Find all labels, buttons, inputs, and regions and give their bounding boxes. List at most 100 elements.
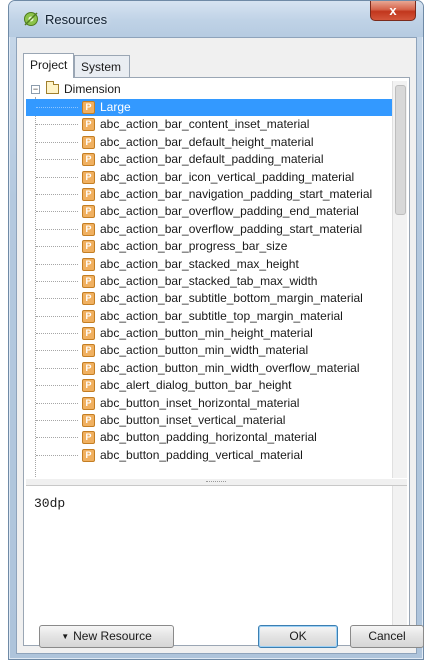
tree-item[interactable]: Pabc_action_bar_stacked_max_height	[26, 256, 392, 273]
tree-node-dimension[interactable]: − Dimension	[26, 81, 392, 99]
resource-p-icon: P	[82, 448, 95, 462]
tree-items: P Large Pabc_action_bar_content_inset_mate…	[26, 99, 392, 464]
resource-p-icon: P	[82, 309, 95, 323]
new-resource-label: New Resource	[73, 629, 152, 643]
resource-p-icon: P	[82, 153, 95, 167]
resource-p-icon: P	[82, 274, 95, 288]
resource-p-icon: P	[82, 361, 95, 375]
tree-item-label: abc_action_bar_navigation_padding_start_…	[100, 186, 373, 201]
tree-connector	[36, 298, 78, 300]
tree-node-label: Dimension	[64, 82, 121, 96]
tree-connector	[36, 228, 78, 230]
tree-connector	[36, 315, 78, 317]
tree-item-label: abc_action_bar_icon_vertical_padding_mat…	[100, 169, 355, 184]
tree-item[interactable]: Pabc_action_bar_default_padding_material	[26, 151, 392, 168]
grip-icon	[206, 481, 226, 482]
tree-connector	[36, 385, 78, 387]
tree-item-label: abc_action_bar_default_padding_material	[100, 152, 324, 167]
tree-item[interactable]: Pabc_button_padding_horizontal_material	[26, 429, 392, 446]
tab-system[interactable]: System	[74, 55, 130, 77]
tree-connector	[36, 193, 78, 195]
tree-item[interactable]: Pabc_button_inset_horizontal_material	[26, 395, 392, 412]
tree-item[interactable]: Pabc_action_bar_content_inset_material	[26, 116, 392, 133]
resource-value-editor[interactable]: 30dp	[26, 485, 407, 643]
tree-item[interactable]: Pabc_action_bar_default_height_material	[26, 134, 392, 151]
resource-p-icon: P	[82, 396, 95, 410]
ok-button[interactable]: OK	[258, 625, 338, 648]
resources-dialog: Resources x Project System − Dimension P…	[8, 0, 424, 660]
tree-connector	[36, 437, 78, 439]
tab-project[interactable]: Project	[23, 53, 74, 78]
tree-connector	[36, 402, 78, 404]
tree-item[interactable]: Pabc_button_padding_vertical_material	[26, 447, 392, 464]
tree-item[interactable]: Pabc_action_button_min_width_material	[26, 342, 392, 359]
tree-connector	[36, 159, 78, 161]
title-bar[interactable]: Resources x	[9, 1, 423, 37]
tree-item[interactable]: Pabc_alert_dialog_button_bar_height	[26, 377, 392, 394]
close-icon: x	[389, 3, 397, 18]
tree-item-label: abc_action_button_min_width_material	[100, 343, 309, 358]
resource-p-icon: P	[82, 135, 95, 149]
dropdown-arrow-icon: ▼	[61, 632, 70, 641]
resource-p-icon: P	[82, 170, 95, 184]
tree-item[interactable]: Pabc_action_bar_navigation_padding_start…	[26, 186, 392, 203]
tree-connector	[36, 350, 78, 352]
tree-item-label: abc_button_inset_horizontal_material	[100, 395, 300, 410]
tree-item-label: abc_button_padding_horizontal_material	[100, 430, 317, 445]
tree-connector	[36, 246, 78, 248]
tree-item-label: abc_action_button_min_width_overflow_mat…	[100, 360, 360, 375]
close-button[interactable]: x	[370, 1, 416, 21]
tree-item-label: abc_button_padding_vertical_material	[100, 447, 303, 462]
tree-scrollbar[interactable]	[392, 81, 407, 478]
collapse-icon[interactable]: −	[31, 85, 40, 94]
resource-p-icon: P	[82, 222, 95, 236]
resource-p-icon: P	[82, 414, 95, 428]
cancel-button[interactable]: Cancel	[350, 625, 424, 648]
tree-item-label: abc_button_inset_vertical_material	[100, 413, 286, 428]
tree-item[interactable]: Pabc_action_button_min_width_overflow_ma…	[26, 360, 392, 377]
tree-item[interactable]: Pabc_button_inset_vertical_material	[26, 412, 392, 429]
tree-item[interactable]: P Large	[26, 99, 392, 117]
tree-item-label: abc_action_bar_subtitle_top_margin_mater…	[100, 308, 343, 323]
tree-item[interactable]: Pabc_action_bar_progress_bar_size	[26, 238, 392, 255]
tree-item[interactable]: Pabc_action_bar_overflow_padding_end_mat…	[26, 203, 392, 220]
tree-item[interactable]: Pabc_action_bar_subtitle_top_margin_mate…	[26, 308, 392, 325]
folder-icon	[46, 81, 59, 94]
tree-item[interactable]: Pabc_action_bar_subtitle_bottom_margin_m…	[26, 290, 392, 307]
tab-panel: − Dimension P Large Pabc_action_bar_conten…	[23, 77, 410, 646]
tree-item-label: Large	[100, 100, 131, 114]
tree-item[interactable]: Pabc_action_bar_stacked_tab_max_width	[26, 273, 392, 290]
resource-p-icon: P	[82, 292, 95, 306]
resource-p-icon: P	[82, 101, 95, 114]
tree-connector	[36, 420, 78, 422]
resource-value: 30dp	[34, 496, 66, 511]
resource-p-icon: P	[82, 187, 95, 201]
resource-tree[interactable]: − Dimension P Large Pabc_action_bar_conten…	[26, 81, 392, 478]
tree-connector	[36, 333, 78, 335]
dialog-body: Project System − Dimension P Large Pabc_ac…	[16, 37, 417, 654]
tree-connector	[36, 124, 78, 126]
tree-item-label: abc_alert_dialog_button_bar_height	[100, 378, 292, 393]
tree-item-label: abc_action_bar_progress_bar_size	[100, 239, 288, 254]
tree-item[interactable]: Pabc_action_button_min_height_material	[26, 325, 392, 342]
tree-item[interactable]: Pabc_action_bar_overflow_padding_start_m…	[26, 221, 392, 238]
tree-connector	[36, 107, 78, 108]
value-scrollbar[interactable]	[392, 486, 407, 643]
scrollbar-thumb[interactable]	[395, 85, 406, 215]
tree-item[interactable]: Pabc_action_bar_icon_vertical_padding_ma…	[26, 169, 392, 186]
tree-connector	[36, 367, 78, 369]
resource-p-icon: P	[82, 257, 95, 271]
resource-p-icon: P	[82, 344, 95, 358]
resource-p-icon: P	[82, 431, 95, 445]
tree-connector	[36, 280, 78, 282]
tree-item-label: abc_action_bar_overflow_padding_start_ma…	[100, 221, 363, 236]
new-resource-button[interactable]: ▼ New Resource	[39, 625, 174, 648]
resource-p-icon: P	[82, 240, 95, 254]
tree-item-label: abc_action_bar_default_height_material	[100, 134, 314, 149]
dialog-title: Resources	[45, 12, 108, 27]
tree-connector	[36, 141, 78, 143]
tree-connector	[36, 211, 78, 213]
resource-p-icon: P	[82, 205, 95, 219]
tree-item-label: abc_action_bar_overflow_padding_end_mate…	[100, 204, 359, 219]
tree-item-label: abc_action_bar_stacked_max_height	[100, 256, 299, 271]
